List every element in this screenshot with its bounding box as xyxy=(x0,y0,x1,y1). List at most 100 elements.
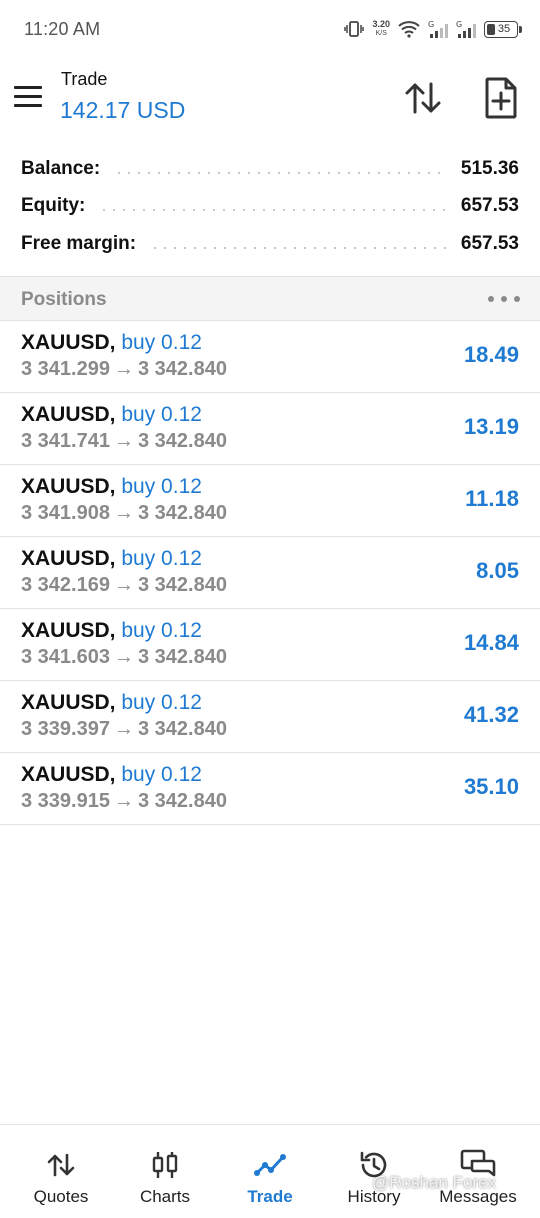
position-row[interactable]: XAUUSD, buy 0.12 3 341.741 → 3 342.840 13.… xyxy=(0,393,540,465)
dotted-leader xyxy=(150,246,447,249)
position-row[interactable]: XAUUSD, buy 0.12 3 339.397 → 3 342.840 41.… xyxy=(0,681,540,753)
position-symbol: XAUUSD, xyxy=(21,763,116,786)
nav-label: Charts xyxy=(139,1187,191,1206)
nav-charts[interactable]: Charts xyxy=(115,1125,215,1218)
more-dots-icon xyxy=(488,296,494,302)
nav-messages[interactable]: Messages xyxy=(428,1125,528,1218)
positions-list: XAUUSD, buy 0.12 3 341.299 → 3 342.840 18.… xyxy=(0,321,540,825)
nav-trade[interactable]: Trade xyxy=(220,1125,320,1218)
current-price: 3 342.840 xyxy=(137,502,227,524)
nav-quotes[interactable]: Quotes xyxy=(11,1125,111,1218)
arrow-right-icon: → xyxy=(113,574,134,596)
open-price: 3 342.169 xyxy=(21,574,110,596)
open-price: 3 341.741 xyxy=(21,430,110,452)
summary-value: 515.36 xyxy=(460,157,519,179)
sort-arrows-icon xyxy=(405,82,441,114)
wifi-icon xyxy=(398,20,420,38)
summary-value: 657.53 xyxy=(460,232,519,254)
current-price: 3 342.840 xyxy=(137,646,227,668)
position-profit: 18.49 xyxy=(463,342,519,367)
arrow-right-icon: → xyxy=(113,358,134,380)
network-speed: 3.20 K/S xyxy=(372,20,390,38)
arrow-right-icon: → xyxy=(113,430,134,452)
position-side: buy 0.12 xyxy=(121,763,202,786)
position-row[interactable]: XAUUSD, buy 0.12 3 341.299 → 3 342.840 18.… xyxy=(0,321,540,393)
current-price: 3 342.840 xyxy=(137,790,227,812)
position-side: buy 0.12 xyxy=(121,547,202,570)
watermark: @Roshan Forex xyxy=(372,1173,497,1192)
open-price: 3 339.397 xyxy=(21,718,110,740)
network-speed-unit: K/S xyxy=(375,30,387,37)
current-price: 3 342.840 xyxy=(137,718,227,740)
nav-label: Trade xyxy=(247,1187,293,1206)
battery-level: 35 xyxy=(497,23,511,35)
nav-history[interactable]: History xyxy=(324,1125,424,1218)
summary-label: Free margin: xyxy=(21,232,137,254)
open-price: 3 341.603 xyxy=(21,646,110,668)
position-row[interactable]: XAUUSD, buy 0.12 3 341.908 → 3 342.840 11.… xyxy=(0,465,540,537)
arrow-right-icon: → xyxy=(113,502,134,524)
position-side: buy 0.12 xyxy=(121,475,202,498)
menu-button[interactable] xyxy=(14,80,46,112)
status-icons: 3.20 K/S G G 35 xyxy=(344,16,522,42)
position-side: buy 0.12 xyxy=(121,403,202,426)
vibrate-icon xyxy=(344,20,365,38)
position-side: buy 0.12 xyxy=(121,331,202,354)
candlestick-icon xyxy=(147,1149,183,1181)
network-speed-value: 3.20 xyxy=(372,19,390,29)
position-side: buy 0.12 xyxy=(121,691,202,714)
summary-row-free-margin: Free margin: 657.53 xyxy=(0,225,540,263)
sort-button[interactable] xyxy=(402,78,444,118)
open-price: 3 341.908 xyxy=(21,502,110,524)
position-profit: 13.19 xyxy=(463,414,519,439)
svg-text:G: G xyxy=(428,20,434,29)
arrow-right-icon: → xyxy=(113,646,134,668)
page-title: Trade xyxy=(61,69,108,89)
open-price: 3 339.915 xyxy=(21,790,110,812)
positions-section-header: Positions xyxy=(0,276,540,321)
positions-title: Positions xyxy=(21,289,107,310)
position-row[interactable]: XAUUSD, buy 0.12 3 342.169 → 3 342.840 8.0… xyxy=(0,537,540,609)
position-profit: 14.84 xyxy=(463,630,519,655)
status-time: 11:20 AM xyxy=(24,19,101,39)
position-row[interactable]: XAUUSD, buy 0.12 3 339.915 → 3 342.840 35.… xyxy=(0,753,540,825)
arrow-right-icon: → xyxy=(113,718,134,740)
dotted-leader xyxy=(114,171,447,174)
open-price: 3 341.299 xyxy=(21,358,110,380)
position-symbol: XAUUSD, xyxy=(21,403,116,426)
position-profit: 35.10 xyxy=(463,774,519,799)
position-profit: 41.32 xyxy=(463,702,519,727)
svg-text:G: G xyxy=(456,20,462,29)
position-row[interactable]: XAUUSD, buy 0.12 3 341.603 → 3 342.840 14.… xyxy=(0,609,540,681)
position-symbol: XAUUSD, xyxy=(21,331,116,354)
dotted-leader xyxy=(99,209,447,212)
signal-2-icon: G xyxy=(456,19,476,39)
arrow-right-icon: → xyxy=(113,790,134,812)
position-side: buy 0.12 xyxy=(121,619,202,642)
position-symbol: XAUUSD, xyxy=(21,619,116,642)
current-price: 3 342.840 xyxy=(137,358,227,380)
position-profit: 11.18 xyxy=(465,486,519,511)
summary-value: 657.53 xyxy=(460,195,519,217)
position-symbol: XAUUSD, xyxy=(21,691,116,714)
app-header: Trade 142.17 USD xyxy=(0,58,540,138)
hamburger-icon xyxy=(14,85,42,89)
new-order-button[interactable] xyxy=(480,76,522,120)
new-document-icon xyxy=(485,77,517,119)
summary-label: Equity: xyxy=(21,195,86,217)
signal-1-icon: G xyxy=(428,19,448,39)
account-summary: Balance: 515.36 Equity: 657.53 Free marg… xyxy=(0,150,540,263)
summary-label: Balance: xyxy=(21,157,101,179)
summary-row-equity: Equity: 657.53 xyxy=(0,188,540,226)
current-price: 3 342.840 xyxy=(137,574,227,596)
trade-line-icon xyxy=(252,1149,288,1181)
position-profit: 8.05 xyxy=(476,558,519,583)
current-price: 3 342.840 xyxy=(137,430,227,452)
quotes-arrows-icon xyxy=(43,1149,79,1181)
account-profit: 142.17 USD xyxy=(60,97,186,123)
nav-label: Quotes xyxy=(33,1187,89,1206)
more-options-button[interactable] xyxy=(488,290,520,308)
battery-icon: 35 xyxy=(484,20,522,38)
summary-row-balance: Balance: 515.36 xyxy=(0,150,540,188)
status-bar: 11:20 AM 3.20 K/S G G 35 xyxy=(0,0,540,58)
